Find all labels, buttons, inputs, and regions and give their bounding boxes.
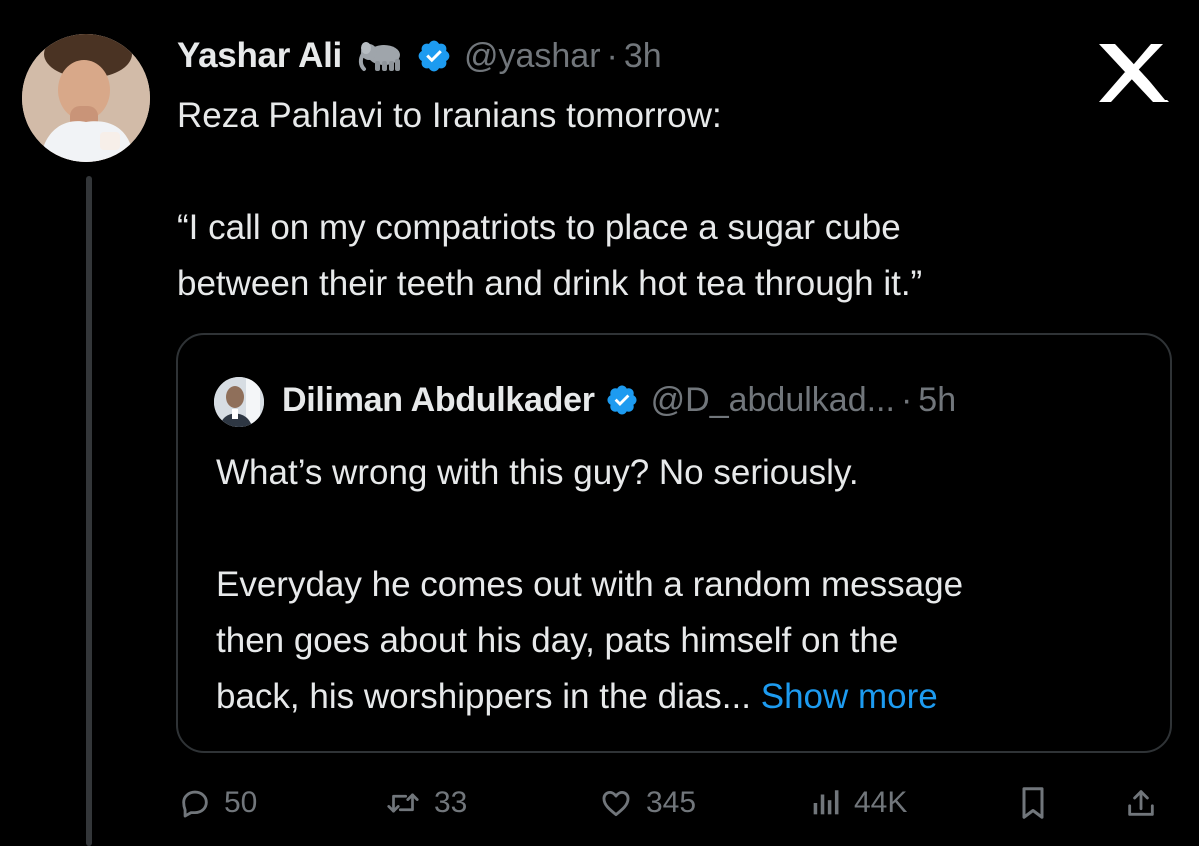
quoted-tweet-card[interactable]: Diliman Abdulkader @D_abdulkad... · 5h W… [176,333,1172,753]
share-icon [1124,785,1158,821]
share-button[interactable] [1124,778,1158,828]
tweet-line-3: between their teeth and drink hot tea th… [177,264,923,303]
quoted-line-3: then goes about his day, pats himself on… [216,621,899,660]
tweet-body: Reza Pahlavi to Iranians tomorrow: “I ca… [177,88,1137,312]
views-icon [808,786,842,820]
thread-line [86,176,92,846]
quoted-line-4: back, his worshippers in the dias... Sho… [216,669,1156,725]
elephant-icon [356,39,406,73]
quoted-paragraph-gap [216,501,1156,557]
repost-button[interactable]: 33 [384,778,467,828]
show-more-link[interactable]: Show more [761,677,938,716]
reply-button[interactable]: 50 [178,778,257,828]
heart-icon [598,786,634,820]
tweet-paragraph-gap [177,144,1137,200]
quoted-tweet-body: What’s wrong with this guy? No seriously… [216,445,1156,725]
quoted-line-2: Everyday he comes out with a random mess… [216,565,964,604]
quoted-line-1: What’s wrong with this guy? No seriously… [216,453,859,492]
tweet-time[interactable]: 3h [624,37,662,76]
quoted-author-handle[interactable]: @D_abdulkad... [651,381,895,420]
quoted-author-name[interactable]: Diliman Abdulkader [282,381,595,420]
quoted-line-4-text: back, his worshippers in the dias... [216,677,751,716]
author-handle[interactable]: @yashar [464,37,601,76]
quoted-meta-separator: · [900,380,913,419]
tweet-action-bar: 50 33 345 44K [176,778,1176,828]
reply-icon [178,786,212,820]
repost-icon [384,786,422,820]
views-count: 44K [854,786,908,819]
tweet-line-1: Reza Pahlavi to Iranians tomorrow: [177,96,722,135]
like-button[interactable]: 345 [598,778,696,828]
views-button[interactable]: 44K [808,778,907,828]
bookmark-button[interactable] [1018,778,1048,828]
quoted-tweet-time[interactable]: 5h [918,381,956,420]
quoted-tweet-header: Diliman Abdulkader @D_abdulkad... · 5h [282,375,956,425]
like-count: 345 [646,786,697,819]
author-avatar[interactable] [22,34,150,162]
quoted-author-avatar[interactable] [214,377,264,427]
tweet-line-2: “I call on my compatriots to place a sug… [177,208,901,247]
repost-count: 33 [434,786,468,819]
meta-separator: · [606,36,618,75]
tweet-header: Yashar Ali @yashar · 3h [177,30,662,82]
verified-badge-icon [605,383,639,417]
author-name[interactable]: Yashar Ali [177,36,342,76]
reply-count: 50 [224,786,258,819]
bookmark-icon [1018,785,1048,821]
verified-badge-icon [416,38,452,74]
